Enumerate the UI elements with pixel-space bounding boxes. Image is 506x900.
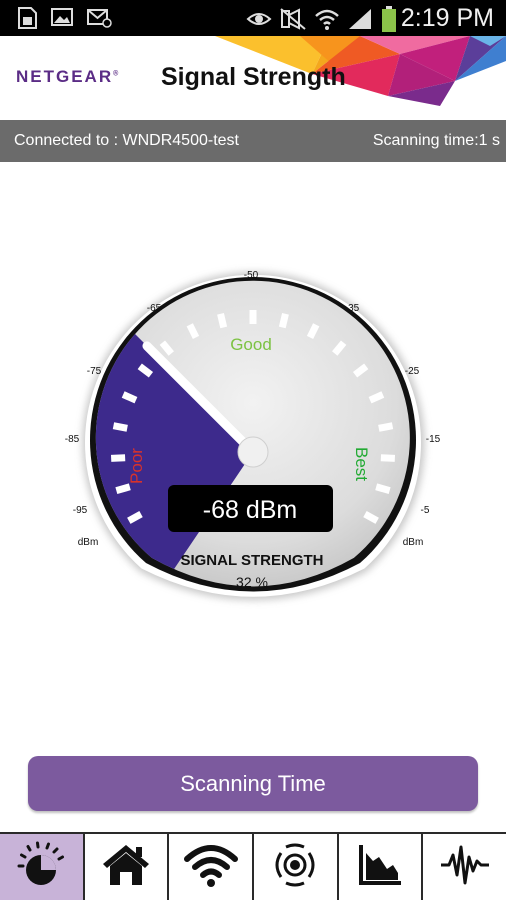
gauge-tab[interactable] bbox=[0, 834, 83, 900]
eye-icon bbox=[246, 7, 272, 31]
gauge-tick bbox=[380, 454, 396, 462]
scale-label: -35 bbox=[345, 303, 360, 314]
netgear-logo: NETGEAR® bbox=[16, 67, 119, 86]
wifi-tab[interactable] bbox=[167, 834, 253, 900]
page-title: Signal Strength bbox=[161, 63, 346, 91]
bottom-nav bbox=[0, 832, 506, 900]
gauge-tick bbox=[112, 422, 128, 432]
needle-hub bbox=[237, 436, 269, 468]
scanning-time-button[interactable]: Scanning Time bbox=[28, 756, 478, 811]
broadcast-tab[interactable] bbox=[252, 834, 337, 900]
unit-label-right: dBm bbox=[403, 537, 424, 548]
broadcast-icon bbox=[269, 841, 321, 894]
app-header: NETGEAR® Signal Strength bbox=[0, 36, 506, 120]
gallery-icon bbox=[50, 6, 74, 30]
scale-label: -75 bbox=[87, 366, 102, 377]
scale-label: -65 bbox=[147, 303, 162, 314]
gauge-tick bbox=[217, 312, 228, 329]
status-bar: 2:19 PM bbox=[0, 0, 506, 36]
zone-label-poor: Poor bbox=[127, 448, 146, 484]
scale-label: -5 bbox=[421, 505, 430, 516]
scanning-time: Scanning time:1 s bbox=[372, 132, 500, 149]
home-icon bbox=[101, 842, 151, 893]
waveform-tab[interactable] bbox=[421, 834, 506, 900]
zone-label-best: Best bbox=[352, 447, 371, 481]
battery-icon bbox=[380, 5, 398, 33]
gauge-tick bbox=[115, 483, 131, 494]
gauge-tick bbox=[278, 312, 289, 329]
scale-label: -85 bbox=[65, 434, 80, 445]
status-time: 2:19 PM bbox=[400, 4, 494, 32]
screen: 2:19 PM NETGEAR® Signal Strength Connect… bbox=[0, 0, 506, 900]
scale-label: -50 bbox=[244, 270, 259, 281]
gauge-caption: SIGNAL STRENGTH bbox=[180, 552, 323, 569]
cell-signal-icon bbox=[347, 7, 373, 31]
signal-gauge: -95-85-75-65-50-35-25-15-5 dBm dBm Good … bbox=[65, 270, 441, 600]
wifi-icon bbox=[314, 7, 340, 31]
scale-label: -25 bbox=[405, 366, 420, 377]
zone-label-good: Good bbox=[230, 335, 272, 354]
waveform-icon bbox=[439, 843, 491, 892]
gauge-icon bbox=[16, 840, 66, 895]
mute-icon bbox=[279, 7, 307, 31]
chart-tab[interactable] bbox=[336, 834, 422, 900]
signal-percent: 32 % bbox=[236, 574, 268, 590]
gauge-tick bbox=[375, 483, 391, 494]
home-tab[interactable] bbox=[82, 834, 168, 900]
sim-card-icon bbox=[16, 6, 38, 30]
unit-label-left: dBm bbox=[78, 537, 99, 548]
scale-label: -95 bbox=[73, 505, 88, 516]
connected-network: Connected to : WNDR4500-test bbox=[14, 132, 239, 149]
reading-value: -68 dBm bbox=[203, 496, 297, 524]
email-icon bbox=[86, 6, 112, 30]
scale-label: -15 bbox=[426, 434, 441, 445]
connection-info-bar: Connected to : WNDR4500-test Scanning ti… bbox=[0, 120, 506, 162]
gauge-tick bbox=[378, 422, 394, 432]
chart-icon bbox=[357, 843, 403, 892]
wifi-icon bbox=[183, 843, 238, 892]
gauge-tick bbox=[110, 454, 126, 462]
